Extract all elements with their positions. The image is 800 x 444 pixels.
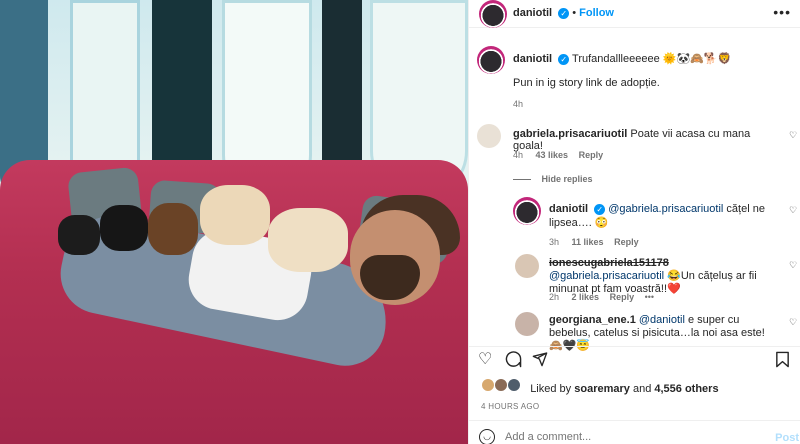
liker-avatar[interactable] — [494, 378, 509, 392]
reply-button[interactable]: Reply — [579, 150, 604, 160]
caption-time: 4h — [513, 99, 524, 109]
ellipsis-icon[interactable]: ••• — [645, 292, 654, 302]
avatar[interactable] — [479, 0, 507, 28]
comment-meta: 4h 43 likes Reply — [513, 150, 603, 160]
post-photo[interactable] — [0, 0, 468, 444]
liker-username[interactable]: soaremary — [574, 383, 630, 395]
likes-joiner: and — [632, 383, 652, 395]
mention-link[interactable]: @gabriela.prisacariuotil — [549, 270, 664, 282]
follow-button[interactable]: Follow — [579, 7, 614, 19]
liker-avatar[interactable] — [507, 378, 522, 392]
header-user: daniotil ✓ • Follow — [513, 7, 614, 19]
comment-icon[interactable] — [505, 351, 523, 369]
post-header: daniotil ✓ • Follow ••• — [469, 0, 800, 28]
verified-icon: ✓ — [558, 7, 570, 19]
puppy — [58, 215, 100, 255]
avatar[interactable] — [513, 197, 541, 225]
reply-time: 2h — [549, 292, 560, 302]
post-timestamp: 4 HOURS AGO — [481, 402, 540, 411]
username-link[interactable]: georgiana_ene.1 — [549, 314, 636, 326]
bookmark-icon[interactable] — [775, 351, 793, 369]
puppy — [268, 208, 348, 272]
hide-replies-button[interactable]: Hide replies — [513, 174, 593, 184]
heart-icon[interactable]: ♡ — [789, 131, 798, 140]
add-comment-row: ◡ Post — [469, 420, 800, 444]
reply: daniotil ✓ @gabriela.prisacariuotil cățe… — [549, 202, 777, 230]
puppy — [100, 205, 148, 251]
username-link[interactable]: daniotil — [513, 53, 552, 65]
reply-time: 3h — [549, 237, 560, 247]
emoji-icon[interactable]: ◡ — [479, 429, 495, 444]
comment-likes[interactable]: 43 likes — [536, 150, 569, 160]
comment-time: 4h — [513, 150, 524, 160]
heart-icon[interactable]: ♡ — [789, 206, 798, 215]
puppy — [200, 185, 270, 245]
caption-second-line: Pun in ig story link de adopție. — [513, 77, 660, 89]
likes-others-link[interactable]: 4,556 others — [654, 383, 718, 395]
mention-link[interactable]: @daniotil — [639, 314, 685, 326]
puppy — [148, 203, 198, 255]
reply-button[interactable]: Reply — [610, 292, 635, 302]
action-bar: ♡ — [469, 346, 800, 372]
username-link[interactable]: ionescugabriela151178 — [549, 257, 669, 269]
reply-likes[interactable]: 11 likes — [572, 237, 604, 247]
reply-likes[interactable]: 2 likes — [572, 292, 600, 302]
post-button[interactable]: Post — [775, 432, 799, 444]
comment: gabriela.prisacariuotil Poate vii acasa … — [513, 128, 783, 152]
reply-button[interactable]: Reply — [614, 237, 639, 247]
post-detail-panel: daniotil ✓ • Follow ••• daniotil ✓ Trufa… — [468, 0, 800, 444]
heart-icon[interactable]: ♡ — [789, 318, 798, 327]
avatar[interactable] — [515, 254, 539, 278]
divider — [513, 179, 531, 181]
avatar[interactable] — [477, 124, 501, 148]
reply-meta: 3h 11 likes Reply — [549, 237, 639, 247]
ellipsis-icon[interactable]: ••• — [773, 4, 791, 20]
reply: ionescugabriela151178 @gabriela.prisacar… — [549, 257, 777, 296]
likes-summary: Liked by soaremary and 4,556 others — [481, 378, 719, 395]
avatar[interactable] — [477, 46, 505, 74]
mention-link[interactable]: @gabriela.prisacariuotil — [608, 203, 723, 215]
comment-input[interactable] — [505, 429, 745, 444]
verified-icon: ✓ — [558, 53, 570, 65]
avatar[interactable] — [515, 312, 539, 336]
reply-meta: 2h 2 likes Reply ••• — [549, 292, 654, 302]
caption-text: Trufandallleeeeee 🌞🐼🙈🐕🦁 — [572, 53, 732, 65]
heart-icon[interactable]: ♡ — [789, 261, 798, 270]
liker-avatar[interactable] — [481, 378, 495, 392]
username-link[interactable]: gabriela.prisacariuotil — [513, 128, 627, 140]
liked-by-label: Liked by — [530, 383, 572, 395]
caption: daniotil ✓ Trufandallleeeeee 🌞🐼🙈🐕🦁 — [513, 52, 783, 65]
username-link[interactable]: daniotil — [549, 203, 588, 215]
hide-replies-label: Hide replies — [541, 174, 593, 184]
heart-icon[interactable]: ♡ — [478, 351, 496, 369]
verified-icon: ✓ — [594, 203, 606, 215]
username-link[interactable]: daniotil — [513, 7, 552, 19]
share-icon[interactable] — [532, 351, 550, 369]
